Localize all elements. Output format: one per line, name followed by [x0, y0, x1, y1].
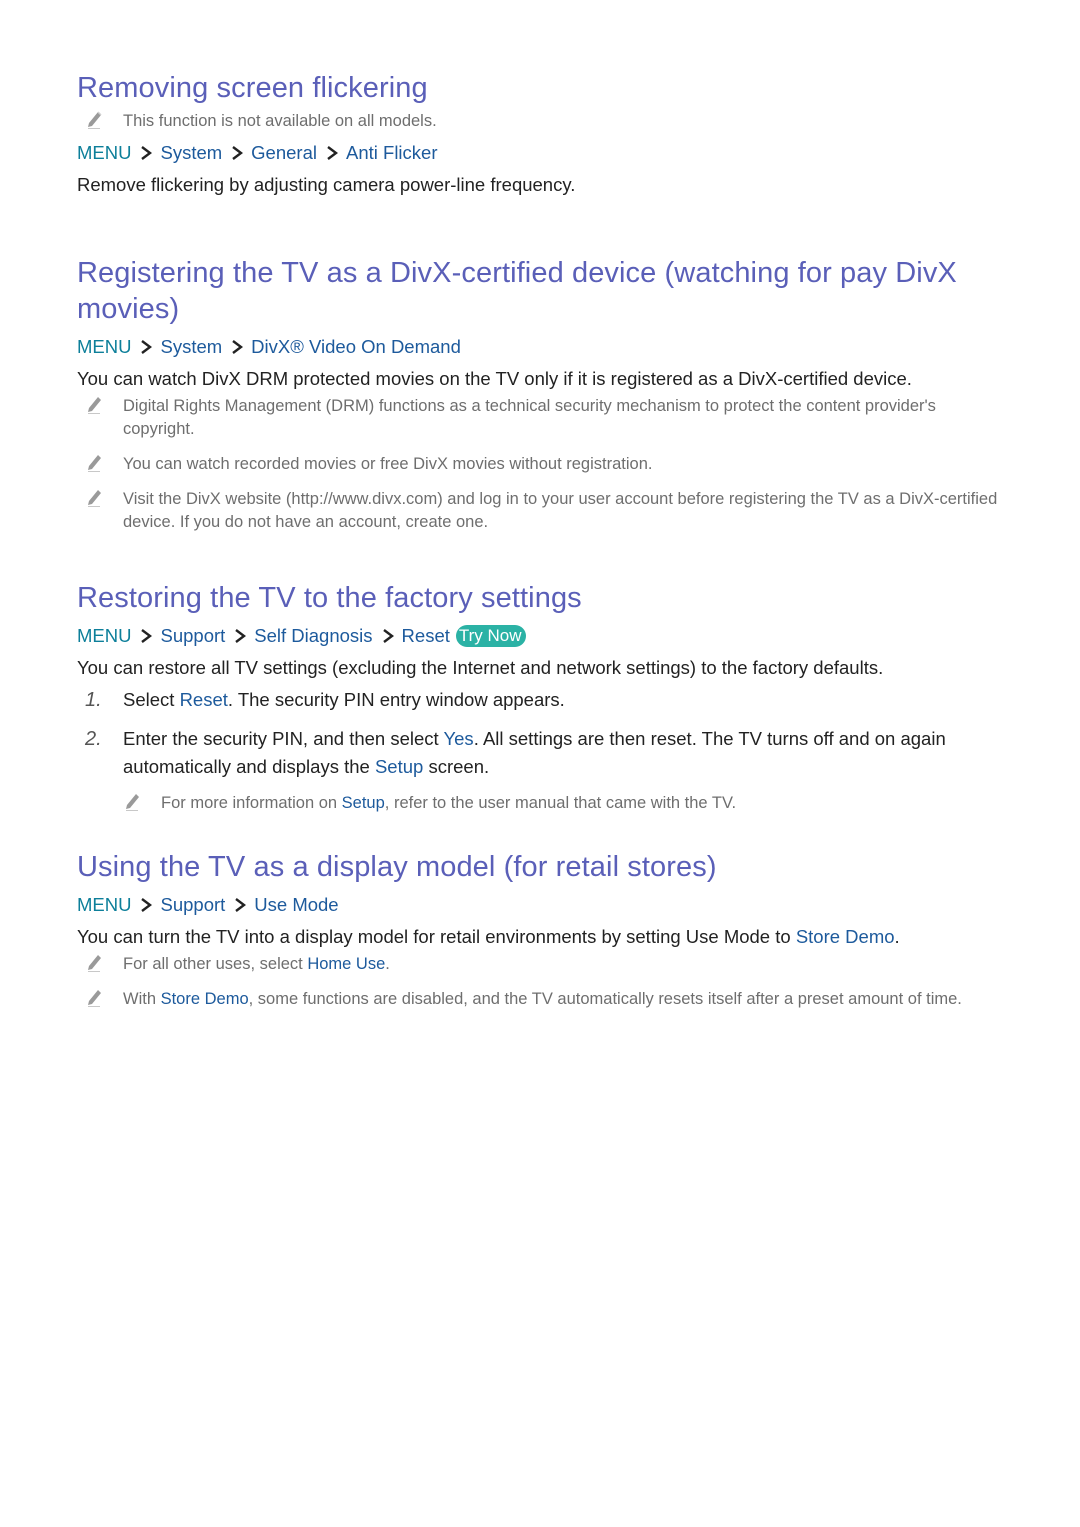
note: Visit the DivX website (http://www.divx.…: [77, 488, 1007, 534]
step-number: 1.: [85, 689, 102, 711]
path-item-menu[interactable]: MENU: [77, 141, 131, 165]
path-item-menu[interactable]: MENU: [77, 893, 131, 917]
step-text: Enter the security PIN, and then select: [123, 728, 444, 749]
section-title: Removing screen flickering: [77, 72, 428, 104]
link-setup[interactable]: Setup: [375, 756, 423, 777]
section-title: Restoring the TV to the factory settings: [77, 582, 582, 614]
note-text: .: [385, 955, 390, 973]
pencil-icon: [85, 487, 105, 507]
step-text: . The security PIN entry window appears.: [227, 689, 565, 710]
note-text: , refer to the user manual that came wit…: [384, 794, 737, 812]
manual-page: Removing screen flickering This function…: [77, 70, 1007, 1011]
path-item-support[interactable]: Support: [160, 893, 225, 917]
note-text: With: [123, 990, 161, 1008]
pencil-icon: [85, 452, 105, 472]
section-title: Registering the TV as a DivX-certified d…: [77, 257, 957, 325]
pencil-icon: [85, 109, 105, 129]
path-item-menu[interactable]: MENU: [77, 624, 131, 648]
menu-path: MENU System General Anti Flicker: [77, 141, 1007, 165]
menu-path: MENU Support Self Diagnosis Reset Try No…: [77, 624, 1007, 648]
note-text: Digital Rights Management (DRM) function…: [123, 397, 936, 438]
menu-path: MENU System DivX® Video On Demand: [77, 335, 1007, 359]
chevron-right-icon: [230, 339, 244, 355]
section-body: You can watch DivX DRM protected movies …: [77, 368, 912, 389]
note: For more information on Setup, refer to …: [115, 792, 1007, 815]
link-setup[interactable]: Setup: [342, 794, 385, 812]
pencil-icon: [123, 791, 143, 811]
chevron-right-icon: [325, 145, 339, 161]
try-now-button[interactable]: Try Now: [455, 625, 526, 647]
link-yes[interactable]: Yes: [444, 728, 474, 749]
note-text: This function is not available on all mo…: [123, 112, 437, 130]
note-text: For all other uses, select: [123, 955, 308, 973]
section-removing-screen-flickering: Removing screen flickering This function…: [77, 70, 1007, 197]
note: Digital Rights Management (DRM) function…: [77, 395, 1007, 441]
note: For all other uses, select Home Use.: [77, 953, 1007, 976]
note: This function is not available on all mo…: [77, 110, 1007, 133]
note: With Store Demo, some functions are disa…: [77, 988, 1007, 1011]
pencil-icon: [85, 987, 105, 1007]
path-item-menu[interactable]: MENU: [77, 335, 131, 359]
path-item-divx-vod[interactable]: DivX® Video On Demand: [251, 335, 461, 359]
chevron-right-icon: [381, 628, 395, 644]
chevron-right-icon: [233, 897, 247, 913]
path-item-anti-flicker[interactable]: Anti Flicker: [346, 141, 438, 165]
note: You can watch recorded movies or free Di…: [77, 453, 1007, 476]
body-text: .: [894, 926, 900, 947]
note-text: For more information on: [161, 794, 342, 812]
path-item-self-diagnosis[interactable]: Self Diagnosis: [254, 624, 372, 648]
link-store-demo[interactable]: Store Demo: [161, 990, 249, 1008]
section-title: Using the TV as a display model (for ret…: [77, 851, 717, 883]
step-number: 2.: [85, 728, 102, 750]
section-factory-reset: Restoring the TV to the factory settings…: [77, 580, 1007, 815]
chevron-right-icon: [139, 145, 153, 161]
pencil-icon: [85, 952, 105, 972]
link-store-demo[interactable]: Store Demo: [796, 926, 895, 947]
step-item: 1. Select Reset. The security PIN entry …: [77, 686, 1007, 714]
path-item-reset[interactable]: Reset: [402, 624, 450, 648]
menu-path: MENU Support Use Mode: [77, 893, 1007, 917]
note-text: You can watch recorded movies or free Di…: [123, 455, 653, 473]
steps-list: 1. Select Reset. The security PIN entry …: [77, 686, 1007, 815]
path-item-support[interactable]: Support: [160, 624, 225, 648]
section-display-model: Using the TV as a display model (for ret…: [77, 849, 1007, 1011]
step-text: Select: [123, 689, 180, 710]
pencil-icon: [85, 394, 105, 414]
link-reset[interactable]: Reset: [180, 689, 228, 710]
step-text: screen.: [423, 756, 490, 777]
chevron-right-icon: [233, 628, 247, 644]
section-body: You can turn the TV into a display model…: [77, 925, 1007, 949]
chevron-right-icon: [139, 628, 153, 644]
section-divx-registration: Registering the TV as a DivX-certified d…: [77, 255, 1007, 534]
path-item-system[interactable]: System: [160, 335, 222, 359]
chevron-right-icon: [139, 897, 153, 913]
path-item-general[interactable]: General: [251, 141, 317, 165]
path-item-use-mode[interactable]: Use Mode: [254, 893, 338, 917]
path-item-system[interactable]: System: [160, 141, 222, 165]
chevron-right-icon: [230, 145, 244, 161]
note-text: , some functions are disabled, and the T…: [248, 990, 962, 1008]
section-body: Remove flickering by adjusting camera po…: [77, 174, 576, 195]
link-home-use[interactable]: Home Use: [307, 955, 385, 973]
section-body: You can restore all TV settings (excludi…: [77, 657, 884, 678]
note-text: Visit the DivX website (http://www.divx.…: [123, 490, 998, 531]
chevron-right-icon: [139, 339, 153, 355]
body-text: You can turn the TV into a display model…: [77, 926, 796, 947]
step-item: 2. Enter the security PIN, and then sele…: [77, 725, 1007, 781]
